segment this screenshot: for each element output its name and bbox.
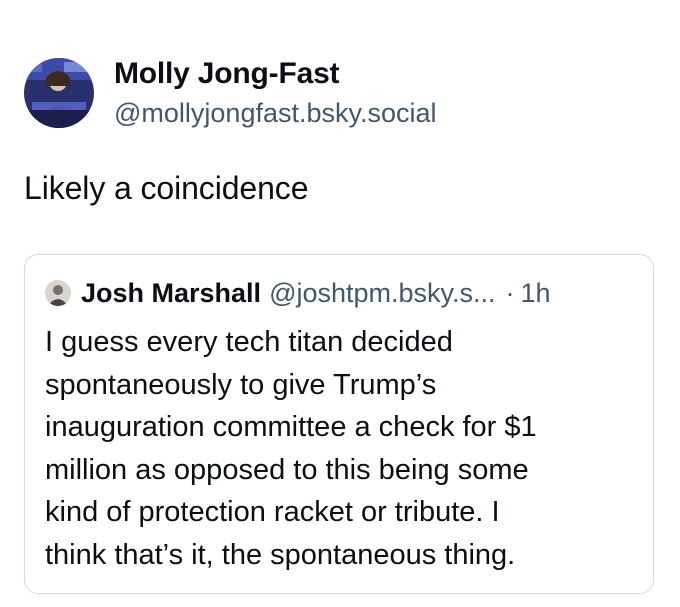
quoted-post-header: Josh Marshall @joshtpm.bsky.s... · 1h [45,275,633,311]
quoted-author-display-name[interactable]: Josh Marshall [81,278,261,309]
quoted-post-timestamp[interactable]: 1h [521,278,551,309]
author-handle[interactable]: @mollyjongfast.bsky.social [114,96,437,130]
quoted-author-handle[interactable]: @joshtpm.bsky.s... [269,278,495,309]
author-block: Molly Jong-Fast @mollyjongfast.bsky.soci… [114,56,437,130]
quoted-text-line: think that’s it, the spontaneous thing. [45,538,516,571]
post-header: Molly Jong-Fast @mollyjongfast.bsky.soci… [24,56,437,130]
quoted-text-line: I guess every tech titan decided [45,326,453,358]
avatar-photo-icon [24,58,94,128]
quoted-time-separator: · [505,277,515,308]
quoted-post-card[interactable]: Josh Marshall @joshtpm.bsky.s... · 1h I … [24,254,654,594]
quoted-author-avatar[interactable] [45,280,71,306]
quoted-post-text: I guess every tech titan decided spontan… [45,321,633,576]
quoted-text-line: million as opposed to this being some [45,453,529,486]
quoted-text-line: spontaneously to give Trump’s [45,368,437,401]
post-text: Likely a coincidence [24,170,309,206]
quoted-text-line: kind of protection racket or tribute. I [45,496,500,528]
author-display-name[interactable]: Molly Jong-Fast [114,56,437,92]
avatar-photo-icon [45,280,71,306]
quoted-text-line: inauguration committee a check for $1 [45,411,537,443]
author-avatar[interactable] [24,58,94,128]
